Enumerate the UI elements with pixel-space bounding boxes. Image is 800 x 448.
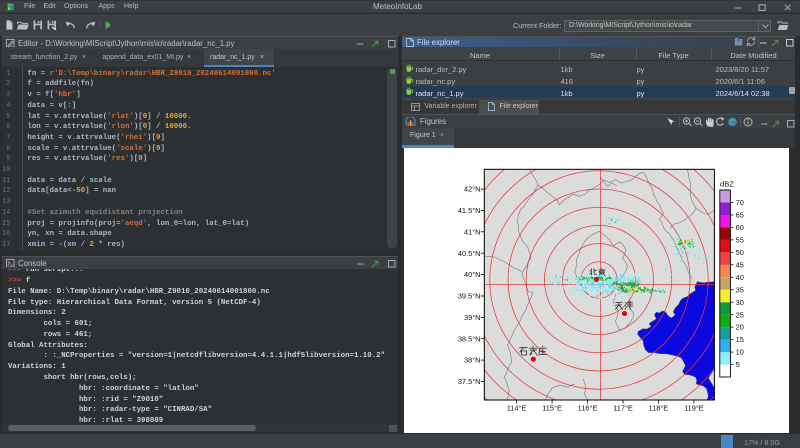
svg-text:38°N: 38°N (464, 356, 481, 365)
svg-text:119°E: 119°E (684, 404, 704, 413)
svg-text:117°E: 117°E (613, 404, 633, 413)
svg-text:40°N: 40°N (464, 270, 481, 279)
svg-text:42°N: 42°N (464, 185, 481, 194)
svg-text:38.5°N: 38.5°N (458, 334, 481, 343)
svg-text:70: 70 (736, 198, 744, 207)
svg-text:35: 35 (736, 285, 744, 294)
svg-text:41.5°N: 41.5°N (458, 206, 481, 215)
svg-text:25: 25 (736, 310, 744, 319)
svg-text:114°E: 114°E (507, 404, 527, 413)
svg-text:39.5°N: 39.5°N (458, 292, 481, 301)
svg-text:15: 15 (736, 335, 744, 344)
svg-text:dBZ: dBZ (720, 180, 734, 189)
svg-text:115°E: 115°E (542, 404, 562, 413)
svg-text:5: 5 (736, 360, 740, 369)
svg-text:50: 50 (736, 248, 744, 257)
svg-text:116°E: 116°E (578, 404, 598, 413)
svg-text:60: 60 (736, 223, 744, 232)
svg-text:55: 55 (736, 235, 744, 244)
svg-text:41°N: 41°N (464, 227, 481, 236)
svg-text:45: 45 (736, 260, 744, 269)
svg-text:39°N: 39°N (464, 313, 481, 322)
svg-text:40.5°N: 40.5°N (458, 249, 481, 258)
svg-text:65: 65 (736, 211, 744, 220)
svg-text:20: 20 (736, 323, 744, 332)
svg-text:37.5°N: 37.5°N (458, 377, 481, 386)
svg-text:30: 30 (736, 298, 744, 307)
svg-text:40: 40 (736, 273, 744, 282)
svg-text:118°E: 118°E (649, 404, 669, 413)
svg-text:10: 10 (736, 348, 744, 357)
